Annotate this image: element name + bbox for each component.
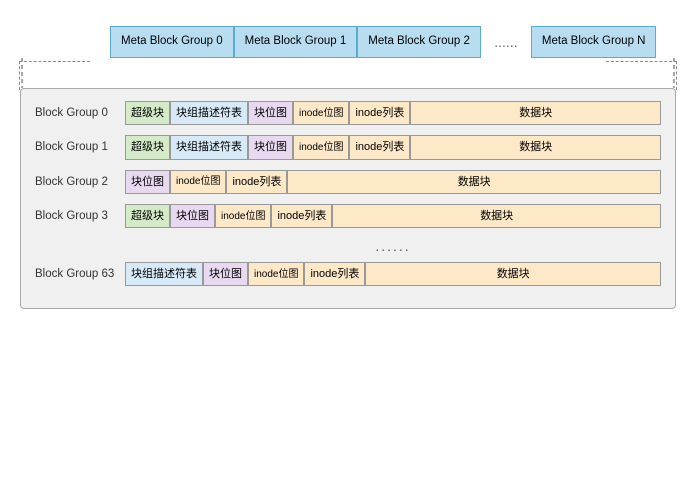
block-group-row: Block Group 0超级块块组描述符表块位图inode位图inode列表数… <box>35 101 661 125</box>
block-cell-0: 块组描述符表 <box>125 262 203 286</box>
block-group-row: Block Group 63块组描述符表块位图inode位图inode列表数据块 <box>35 262 661 286</box>
block-cell-1: 块组描述符表 <box>170 135 248 159</box>
block-cell-1: 块位图 <box>170 204 215 228</box>
block-group-label: Block Group 1 <box>35 141 125 153</box>
block-group-row: Block Group 1超级块块组描述符表块位图inode位图inode列表数… <box>35 135 661 159</box>
block-cell-3: 数据块 <box>287 170 661 194</box>
block-cell-0: 超级块 <box>125 101 170 125</box>
block-cell-3: inode位图 <box>293 101 349 125</box>
block-cell-0: 超级块 <box>125 204 170 228</box>
meta-block-4: Meta Block Group N <box>531 26 657 58</box>
blocks-container: 块位图inode位图inode列表数据块 <box>125 170 661 194</box>
block-cell-2: inode位图 <box>215 204 271 228</box>
block-cell-2: inode列表 <box>226 170 287 194</box>
block-cell-4: 数据块 <box>365 262 661 286</box>
meta-block-2: Meta Block Group 2 <box>357 26 481 58</box>
block-cell-0: 超级块 <box>125 135 170 159</box>
block-cell-3: inode列表 <box>271 204 332 228</box>
block-cell-0: 块位图 <box>125 170 170 194</box>
block-cell-3: inode位图 <box>293 135 349 159</box>
block-group-label: Block Group 3 <box>35 210 125 222</box>
ellipsis-separator: ...... <box>125 238 661 254</box>
block-cell-5: 数据块 <box>410 135 661 159</box>
block-group-row: Block Group 3超级块块位图inode位图inode列表数据块 <box>35 204 661 228</box>
block-cell-4: inode列表 <box>349 101 410 125</box>
block-cell-2: 块位图 <box>248 135 293 159</box>
block-cell-1: inode位图 <box>170 170 226 194</box>
block-group-row: Block Group 2块位图inode位图inode列表数据块 <box>35 170 661 194</box>
blocks-container: 超级块块组描述符表块位图inode位图inode列表数据块 <box>125 135 661 159</box>
block-cell-1: 块组描述符表 <box>170 101 248 125</box>
meta-block-0: Meta Block Group 0 <box>110 26 234 58</box>
meta-block-1: Meta Block Group 1 <box>234 26 358 58</box>
block-cell-2: inode位图 <box>248 262 304 286</box>
blocks-container: 超级块块组描述符表块位图inode位图inode列表数据块 <box>125 101 661 125</box>
block-cell-5: 数据块 <box>410 101 661 125</box>
connector-lines <box>20 58 676 88</box>
block-group-label: Block Group 0 <box>35 107 125 119</box>
blocks-container: 超级块块位图inode位图inode列表数据块 <box>125 204 661 228</box>
block-cell-4: 数据块 <box>332 204 661 228</box>
block-cell-2: 块位图 <box>248 101 293 125</box>
block-cell-3: inode列表 <box>304 262 365 286</box>
block-group-63: Block Group 63块组描述符表块位图inode位图inode列表数据块 <box>35 262 661 286</box>
block-groups-container: Block Group 0超级块块组描述符表块位图inode位图inode列表数… <box>35 101 661 228</box>
block-group-label: Block Group 63 <box>35 268 125 280</box>
main-container: Block Group 0超级块块组描述符表块位图inode位图inode列表数… <box>20 88 676 309</box>
blocks-container: 块组描述符表块位图inode位图inode列表数据块 <box>125 262 661 286</box>
page: Meta Block Group 0Meta Block Group 1Meta… <box>0 0 696 500</box>
block-cell-1: 块位图 <box>203 262 248 286</box>
block-cell-4: inode列表 <box>349 135 410 159</box>
block-group-label: Block Group 2 <box>35 176 125 188</box>
meta-block-3: ...... <box>481 26 531 58</box>
